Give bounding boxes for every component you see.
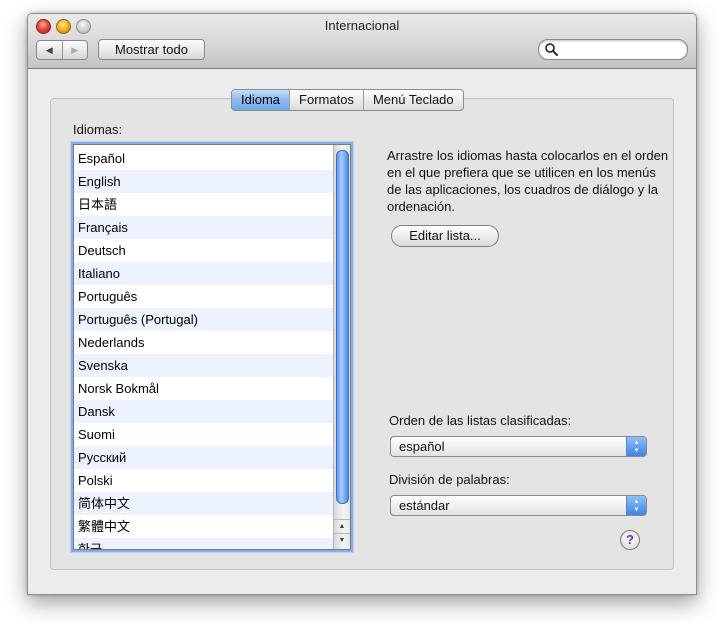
back-arrow-icon: ◀ — [45, 44, 53, 55]
help-button[interactable]: ? — [620, 530, 640, 550]
list-item[interactable]: Suomi — [74, 423, 333, 446]
list-item[interactable]: Italiano — [74, 262, 333, 285]
list-item[interactable]: 繁體中文 — [74, 515, 333, 538]
languages-list-items: Español English 日本語 Français Deutsch Ita… — [74, 147, 333, 549]
word-break-label: División de palabras: — [389, 472, 510, 487]
sort-order-value: español — [399, 439, 445, 454]
scrollbar-thumb[interactable] — [336, 150, 349, 504]
list-item[interactable]: Nederlands — [74, 331, 333, 354]
tab-menu-teclado[interactable]: Menú Teclado — [362, 90, 463, 110]
list-item[interactable]: Dansk — [74, 400, 333, 423]
tab-bar: Idioma Formatos Menú Teclado — [231, 89, 464, 111]
magnifier-icon — [545, 43, 559, 57]
tab-formatos[interactable]: Formatos — [289, 90, 363, 110]
list-item[interactable]: Deutsch — [74, 239, 333, 262]
window-title: Internacional — [324, 18, 400, 33]
list-item[interactable]: Português (Portugal) — [74, 308, 333, 331]
list-item[interactable]: 简体中文 — [74, 492, 333, 515]
title-bar: Internacional ◀ ▶ Mostrar todo — [28, 14, 696, 69]
sort-order-label: Orden de las listas clasificadas: — [389, 413, 572, 428]
languages-list[interactable]: Español English 日本語 Français Deutsch Ita… — [73, 144, 351, 550]
edit-list-button[interactable]: Editar lista... — [391, 225, 499, 247]
forward-arrow-icon: ▶ — [71, 44, 79, 55]
scroll-down-arrow-icon[interactable]: ▼ — [334, 533, 350, 548]
up-down-arrows-icon: ▲ ▼ — [626, 496, 646, 515]
search-field[interactable] — [538, 39, 688, 60]
list-item[interactable]: Svenska — [74, 354, 333, 377]
list-item[interactable]: English — [74, 170, 333, 193]
list-item[interactable]: Русский — [74, 446, 333, 469]
list-item[interactable]: Norsk Bokmål — [74, 377, 333, 400]
list-item[interactable]: Português — [74, 285, 333, 308]
word-break-value: estándar — [399, 498, 450, 513]
sort-order-popup[interactable]: español ▲ ▼ — [390, 436, 647, 457]
navigation-segmented-control: ◀ ▶ — [36, 40, 88, 60]
up-down-arrows-icon: ▲ ▼ — [626, 437, 646, 456]
question-mark-icon: ? — [626, 532, 634, 547]
list-item[interactable]: Français — [74, 216, 333, 239]
back-button[interactable]: ◀ — [37, 41, 63, 59]
forward-button[interactable]: ▶ — [63, 41, 88, 59]
languages-label: Idiomas: — [73, 122, 123, 137]
scroll-up-arrow-icon[interactable]: ▲ — [334, 519, 350, 534]
list-item[interactable]: Español — [74, 147, 333, 170]
word-break-popup[interactable]: estándar ▲ ▼ — [390, 495, 647, 516]
list-item[interactable]: 한국 — [74, 538, 333, 549]
list-item[interactable]: 日本語 — [74, 193, 333, 216]
languages-scrollbar[interactable]: ▲ ▼ — [333, 145, 350, 549]
search-input[interactable] — [561, 41, 679, 56]
list-item[interactable]: Polski — [74, 469, 333, 492]
show-all-button[interactable]: Mostrar todo — [98, 39, 205, 60]
tab-idioma[interactable]: Idioma — [232, 90, 290, 110]
instructions-text: Arrastre los idiomas hasta colocarlos en… — [387, 148, 669, 214]
preferences-window: Internacional ◀ ▶ Mostrar todo Idioma Fo… — [27, 13, 697, 595]
